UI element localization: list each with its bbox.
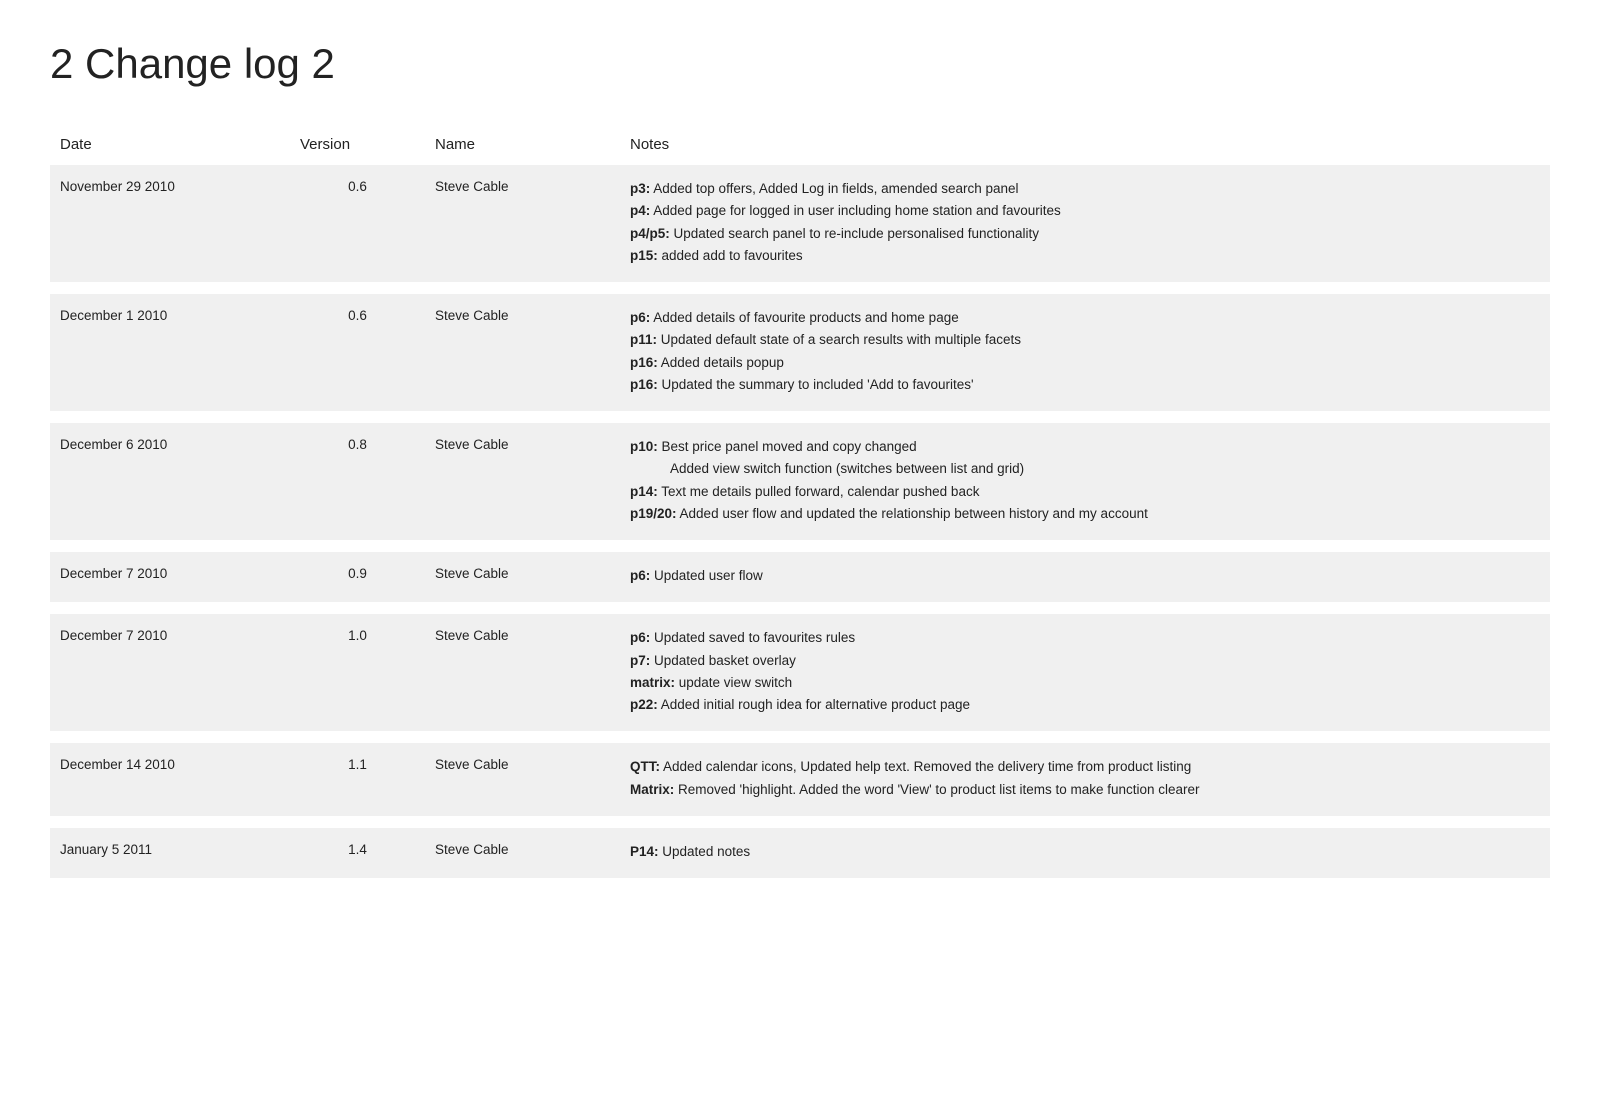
cell-date: December 14 2010 (50, 743, 290, 816)
header-date: Date (50, 128, 290, 165)
table-row: December 7 20101.0Steve Cablep6: Updated… (50, 614, 1550, 731)
cell-version: 1.0 (290, 614, 425, 731)
table-row: December 6 20100.8Steve Cablep10: Best p… (50, 423, 1550, 540)
cell-notes: p6: Updated user flow (620, 552, 1550, 602)
cell-notes: p6: Updated saved to favourites rulesp7:… (620, 614, 1550, 731)
cell-version: 0.6 (290, 294, 425, 411)
header-version: Version (290, 128, 425, 165)
table-row: December 1 20100.6Steve Cablep6: Added d… (50, 294, 1550, 411)
cell-notes: p6: Added details of favourite products … (620, 294, 1550, 411)
cell-name: Steve Cable (425, 828, 620, 878)
changelog-table: Date Version Name Notes November 29 2010… (50, 128, 1550, 878)
cell-notes: p3: Added top offers, Added Log in field… (620, 165, 1550, 282)
table-row: December 7 20100.9Steve Cablep6: Updated… (50, 552, 1550, 602)
spacer-row (50, 602, 1550, 614)
cell-date: December 1 2010 (50, 294, 290, 411)
header-notes: Notes (620, 128, 1550, 165)
cell-notes: p10: Best price panel moved and copy cha… (620, 423, 1550, 540)
cell-version: 0.6 (290, 165, 425, 282)
table-row: November 29 20100.6Steve Cablep3: Added … (50, 165, 1550, 282)
table-row: January 5 20111.4Steve CableP14: Updated… (50, 828, 1550, 878)
cell-version: 0.8 (290, 423, 425, 540)
cell-name: Steve Cable (425, 614, 620, 731)
cell-date: December 7 2010 (50, 614, 290, 731)
spacer-row (50, 411, 1550, 423)
spacer-row (50, 731, 1550, 743)
cell-name: Steve Cable (425, 165, 620, 282)
cell-name: Steve Cable (425, 294, 620, 411)
cell-notes: P14: Updated notes (620, 828, 1550, 878)
header-name: Name (425, 128, 620, 165)
spacer-row (50, 816, 1550, 828)
cell-version: 1.1 (290, 743, 425, 816)
cell-notes: QTT: Added calendar icons, Updated help … (620, 743, 1550, 816)
cell-date: December 6 2010 (50, 423, 290, 540)
spacer-row (50, 282, 1550, 294)
cell-version: 0.9 (290, 552, 425, 602)
cell-date: January 5 2011 (50, 828, 290, 878)
cell-date: November 29 2010 (50, 165, 290, 282)
cell-name: Steve Cable (425, 552, 620, 602)
page-title: 2 Change log 2 (50, 40, 1550, 88)
cell-version: 1.4 (290, 828, 425, 878)
spacer-row (50, 540, 1550, 552)
cell-name: Steve Cable (425, 423, 620, 540)
table-row: December 14 20101.1Steve CableQTT: Added… (50, 743, 1550, 816)
cell-name: Steve Cable (425, 743, 620, 816)
cell-date: December 7 2010 (50, 552, 290, 602)
